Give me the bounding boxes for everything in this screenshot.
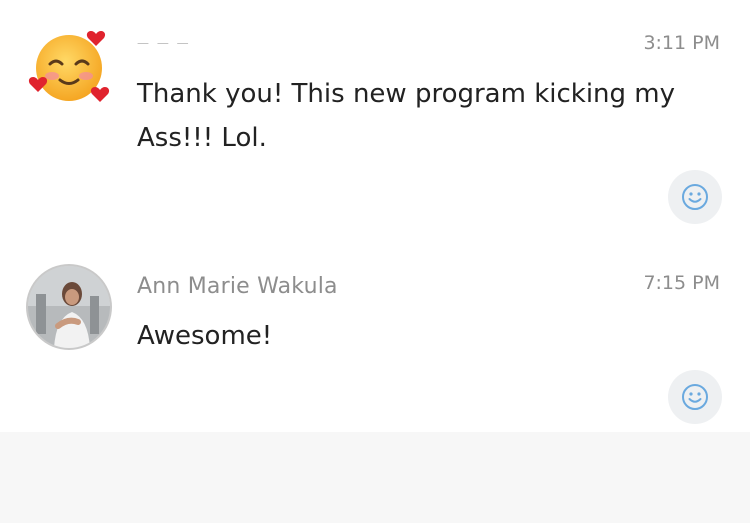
message-text: Thank you! This new program kicking my A… — [137, 79, 676, 153]
smiling-face-with-hearts-icon — [28, 31, 110, 102]
avatar[interactable] — [28, 24, 110, 106]
message-thread: — — — 3:11 PM Thank you! This new progra… — [0, 0, 750, 523]
smiley-reaction-icon — [682, 384, 708, 410]
profile-photo — [28, 266, 110, 348]
sender-name: — — — — [137, 36, 191, 50]
bottom-bar — [0, 432, 750, 523]
avatar[interactable] — [28, 266, 110, 348]
message-text: Awesome! — [137, 321, 273, 351]
smiley-reaction-icon — [682, 184, 708, 210]
add-reaction-button[interactable] — [668, 370, 722, 424]
sender-name: Ann Marie Wakula — [137, 274, 338, 299]
add-reaction-button[interactable] — [668, 170, 722, 224]
message-item: Ann Marie Wakula 7:15 PM Awesome! — [0, 240, 750, 430]
timestamp: 7:15 PM — [643, 272, 720, 294]
timestamp: 3:11 PM — [643, 32, 720, 54]
message-item: — — — 3:11 PM Thank you! This new progra… — [0, 0, 750, 240]
